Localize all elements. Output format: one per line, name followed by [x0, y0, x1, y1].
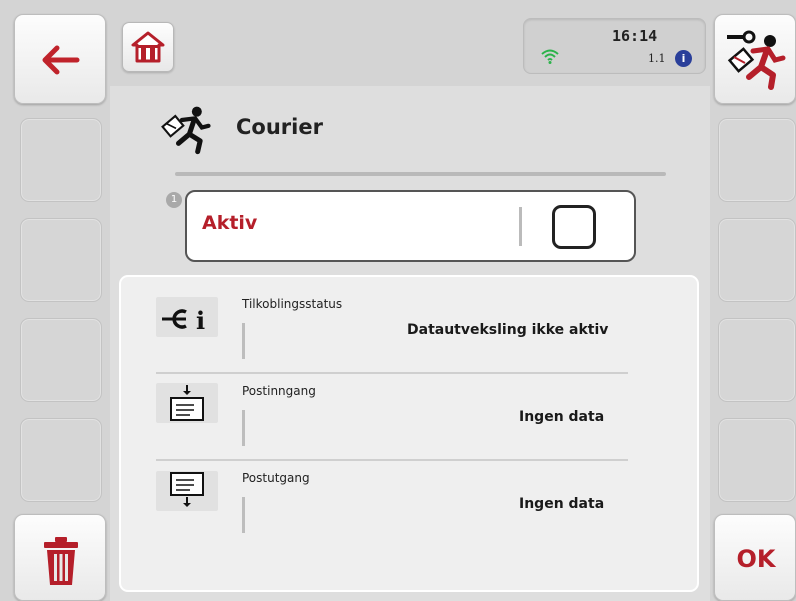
- row-value-outbox: Ingen data: [519, 496, 605, 512]
- left-softkey-4[interactable]: [20, 418, 102, 502]
- aktiv-label: Aktiv: [202, 212, 258, 234]
- right-softkey-3[interactable]: [718, 318, 796, 402]
- row-value-inbox: Ingen data: [519, 409, 605, 425]
- right-softkey-4[interactable]: [718, 418, 796, 502]
- step-badge: 1: [166, 192, 182, 208]
- trash-icon: [44, 537, 78, 585]
- wifi-icon: [541, 49, 559, 64]
- svg-text:i: i: [196, 306, 205, 335]
- home-icon: [131, 31, 165, 63]
- connection-info-icon: i: [156, 297, 218, 337]
- left-softkey-3[interactable]: [20, 318, 102, 402]
- outbox-icon: [156, 471, 218, 511]
- row-value-bar: [242, 323, 245, 359]
- version-label: 1.1: [648, 52, 666, 65]
- aktiv-checkbox[interactable]: [552, 205, 596, 249]
- clock: 16:14: [612, 27, 658, 45]
- left-softkey-1[interactable]: [20, 118, 102, 202]
- courier-runner-icon: [161, 106, 211, 155]
- right-softkey-1[interactable]: [718, 118, 796, 202]
- row-value-connection-status: Datautveksling ikke aktiv: [407, 322, 609, 338]
- info-icon[interactable]: i: [675, 50, 692, 67]
- delete-button[interactable]: [14, 514, 106, 601]
- title-divider: [175, 172, 666, 176]
- row-label-connection-status: Tilkoblingsstatus: [242, 297, 343, 311]
- row-divider: [156, 372, 628, 374]
- row-divider: [156, 459, 628, 461]
- back-arrow-icon: [42, 45, 80, 75]
- ok-label: OK: [736, 545, 776, 573]
- row-value-bar: [242, 410, 245, 446]
- row-label-inbox: Postinngang: [242, 384, 316, 398]
- row-value-bar: [242, 497, 245, 533]
- back-button[interactable]: [14, 14, 106, 104]
- ok-button[interactable]: OK: [714, 514, 796, 601]
- courier-settings-icon: [727, 30, 786, 90]
- row-label-outbox: Postutgang: [242, 471, 310, 485]
- page-title: Courier: [236, 115, 323, 139]
- left-softkey-2[interactable]: [20, 218, 102, 302]
- home-button[interactable]: [122, 22, 174, 72]
- right-softkey-2[interactable]: [718, 218, 796, 302]
- courier-settings-button[interactable]: [714, 14, 796, 104]
- inbox-icon: [156, 383, 218, 423]
- aktiv-separator: [519, 207, 522, 246]
